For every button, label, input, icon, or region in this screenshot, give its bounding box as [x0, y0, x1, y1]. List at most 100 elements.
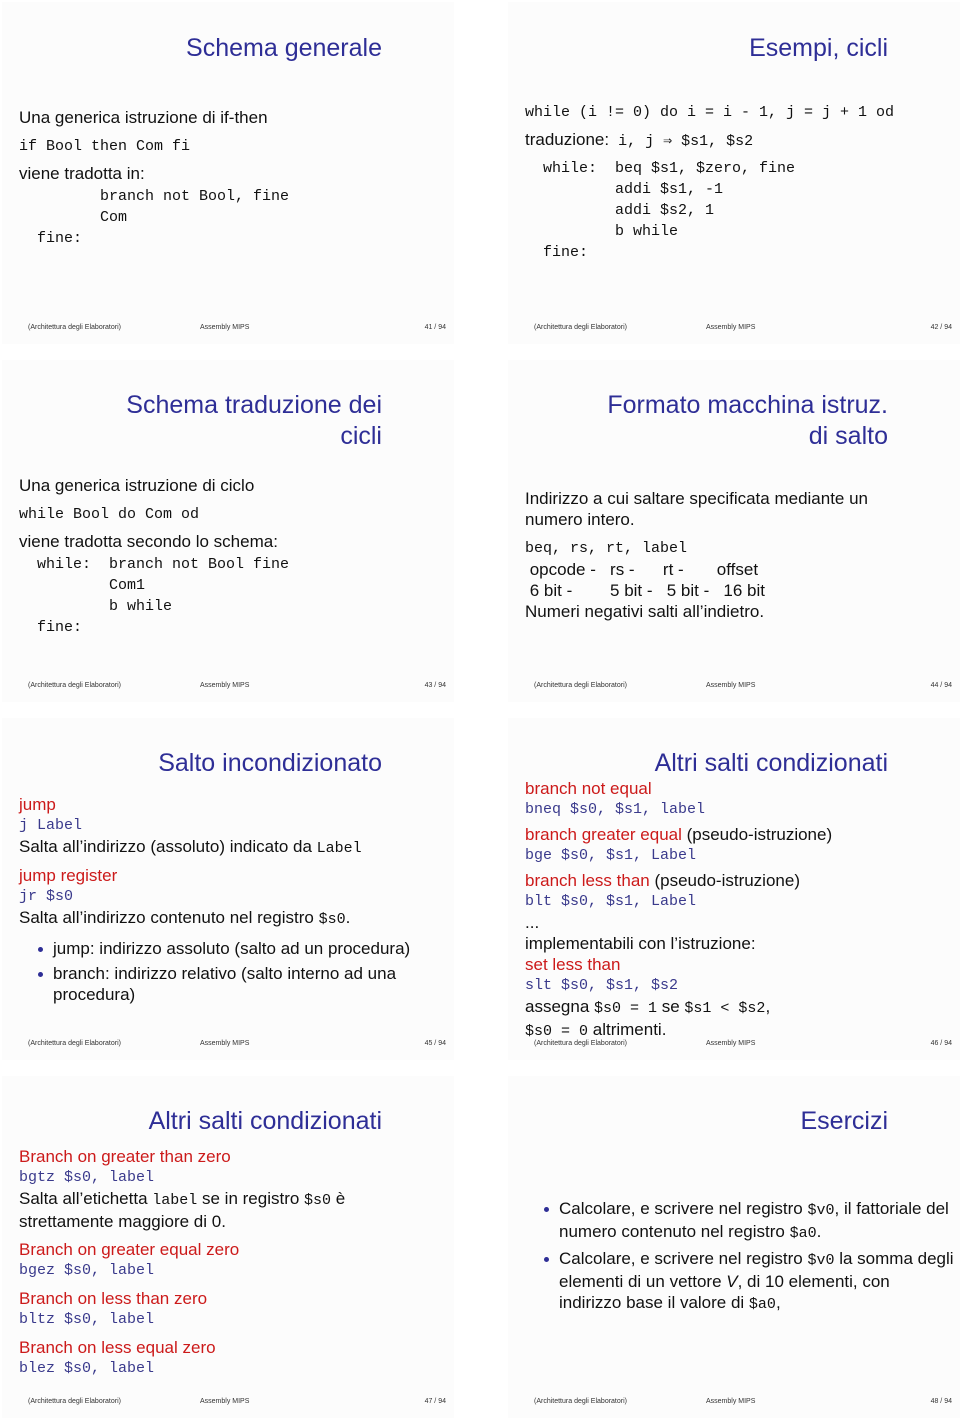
text-span: ,	[775, 1293, 781, 1312]
bullet-icon	[544, 1257, 549, 1262]
page-number: 45 / 94	[424, 1040, 446, 1047]
bullet-icon	[38, 972, 43, 977]
code-line: fine:	[525, 244, 589, 261]
code-inline: $s0	[304, 1192, 332, 1209]
slide-footer: (Architettura degli Elaboratori) Assembl…	[534, 1398, 952, 1408]
text-label: traduzione:	[525, 130, 610, 149]
footer-topic: Assembly MIPS	[706, 682, 756, 689]
slide-44: Formato macchina istruz. di salto Indiri…	[508, 360, 960, 702]
text-span: ,	[765, 997, 771, 1016]
footer-topic: Assembly MIPS	[200, 1398, 250, 1405]
page-number: 46 / 94	[930, 1040, 952, 1047]
slide-body: Branch on greater than zero bgtz $s0, la…	[19, 1146, 394, 1379]
title-line: di salto	[808, 422, 888, 450]
code-line: beq, rs, rt, label	[525, 540, 688, 557]
text-line: Una generica istruzione di if-then	[19, 108, 268, 127]
title-line: cicli	[340, 422, 382, 450]
slide-title: Altri salti condizionati	[654, 749, 888, 777]
text-line: branch greater equal (pseudo-istruzione)	[525, 824, 950, 845]
code-inline: label	[152, 1192, 198, 1209]
code-line: slt $s0, $s1, $s2	[525, 977, 679, 994]
text-span: .	[345, 908, 351, 927]
text-line: assegna $s0 = 1 se $s1 < $s2,	[525, 996, 950, 1019]
slide-footer: (Architettura degli Elaboratori) Assembl…	[28, 1398, 446, 1408]
text-span: Salta all’etichetta	[19, 1189, 153, 1208]
slide-body: jump j Label Salta all’indirizzo (assolu…	[19, 794, 444, 1005]
slide-title: Altri salti condizionati	[148, 1107, 382, 1135]
code-line: bgtz $s0, label	[19, 1169, 155, 1186]
instruction-name: jump register	[19, 866, 118, 885]
slide-footer: (Architettura degli Elaboratori) Assembl…	[28, 1040, 446, 1050]
code-inline: $v0	[807, 1252, 835, 1269]
code-line: while (i != 0) do i = i - 1, j = j + 1 o…	[525, 104, 895, 121]
code-line: while Bool do Com od	[19, 506, 200, 523]
bullet-item: jump: indirizzo assoluto (salto ad un pr…	[19, 938, 444, 959]
footer-course: (Architettura degli Elaboratori)	[534, 324, 627, 331]
footer-course: (Architettura degli Elaboratori)	[534, 1040, 627, 1047]
code-inline: $a0	[789, 1225, 817, 1242]
text-line: Una generica istruzione di ciclo	[19, 476, 255, 495]
slide-41: Schema generale Una generica istruzione …	[2, 2, 454, 344]
slide-45: Salto incondizionato jump j Label Salta …	[2, 718, 454, 1060]
slide-title: Schema traduzione dei cicli	[126, 390, 382, 452]
bullet-icon	[544, 1207, 549, 1212]
footer-topic: Assembly MIPS	[706, 324, 756, 331]
footer-course: (Architettura degli Elaboratori)	[28, 324, 121, 331]
code-inline: $a0	[748, 1296, 776, 1313]
text-span: (pseudo-istruzione)	[649, 871, 800, 890]
footer-course: (Architettura degli Elaboratori)	[534, 1398, 627, 1405]
slide-47: Altri salti condizionati Branch on great…	[2, 1076, 454, 1418]
instruction-name: Branch on greater equal zero	[19, 1240, 240, 1259]
math-variable: V	[726, 1272, 738, 1291]
slide-body: Calcolare, e scrivere nel registro $v0, …	[525, 1198, 954, 1315]
text-line: ...	[525, 913, 540, 932]
instruction-name: branch less than	[525, 871, 650, 890]
slide-43: Schema traduzione dei cicli Una generica…	[2, 360, 454, 702]
slide-46: Altri salti condizionati branch not equa…	[508, 718, 960, 1060]
title-line: Schema traduzione dei	[126, 391, 382, 419]
code-line: bgez $s0, label	[19, 1262, 155, 1279]
slide-title: Esempi, cicli	[749, 34, 888, 62]
code-line: bneq $s0, $s1, label	[525, 801, 706, 818]
bullet-item: branch: indirizzo relativo (salto intern…	[19, 963, 444, 1005]
footer-course: (Architettura degli Elaboratori)	[28, 682, 121, 689]
slide-48: Esercizi Calcolare, e scrivere nel regis…	[508, 1076, 960, 1418]
slide-title: Schema generale	[186, 34, 382, 62]
instruction-name: Branch on less equal zero	[19, 1338, 216, 1357]
text-span: assegna	[525, 997, 594, 1016]
text-line: Salta all’etichetta label se in registro…	[19, 1188, 394, 1232]
code-line: blez $s0, label	[19, 1360, 155, 1377]
code-line: if Bool then Com fi	[19, 138, 191, 155]
instruction-name: branch not equal	[525, 779, 652, 798]
code-inline: $v0	[807, 1202, 835, 1219]
text-span: altrimenti.	[588, 1020, 667, 1039]
page-number: 44 / 94	[930, 682, 952, 689]
bullet-list: Calcolare, e scrivere nel registro $v0, …	[525, 1198, 954, 1315]
footer-topic: Assembly MIPS	[200, 682, 250, 689]
format-fields: opcode - rs - rt - offset	[525, 560, 759, 579]
code-inline: i, j ⇒ $s1, $s2	[609, 133, 754, 150]
slide-body: while (i != 0) do i = i - 1, j = j + 1 o…	[525, 102, 950, 263]
instruction-name: Branch on greater than zero	[19, 1147, 231, 1166]
text-span: Calcolare, e scrivere nel registro	[559, 1249, 808, 1268]
code-line: b while	[19, 598, 173, 615]
slide-footer: (Architettura degli Elaboratori) Assembl…	[28, 324, 446, 334]
code-inline: $s0 = 0	[525, 1023, 589, 1040]
title-line: Formato macchina istruz.	[607, 391, 888, 419]
page-number: 42 / 94	[930, 324, 952, 331]
slide-title: Salto incondizionato	[158, 749, 382, 777]
slide-title: Esercizi	[800, 1107, 888, 1135]
text-line: implementabili con l’istruzione:	[525, 934, 756, 953]
slide-title: Formato macchina istruz. di salto	[607, 390, 888, 452]
text-line: viene tradotta secondo lo schema:	[19, 532, 278, 551]
code-line: Com1	[19, 577, 146, 594]
footer-topic: Assembly MIPS	[706, 1398, 756, 1405]
slide-footer: (Architettura degli Elaboratori) Assembl…	[534, 324, 952, 334]
page-number: 41 / 94	[424, 324, 446, 331]
footer-topic: Assembly MIPS	[200, 324, 250, 331]
bullet-item: Calcolare, e scrivere nel registro $v0 l…	[525, 1248, 954, 1315]
footer-course: (Architettura degli Elaboratori)	[534, 682, 627, 689]
text-span: (pseudo-istruzione)	[681, 825, 833, 844]
bullet-text: jump: indirizzo assoluto (salto ad un pr…	[53, 939, 411, 958]
code-line: addi $s1, -1	[525, 181, 724, 198]
